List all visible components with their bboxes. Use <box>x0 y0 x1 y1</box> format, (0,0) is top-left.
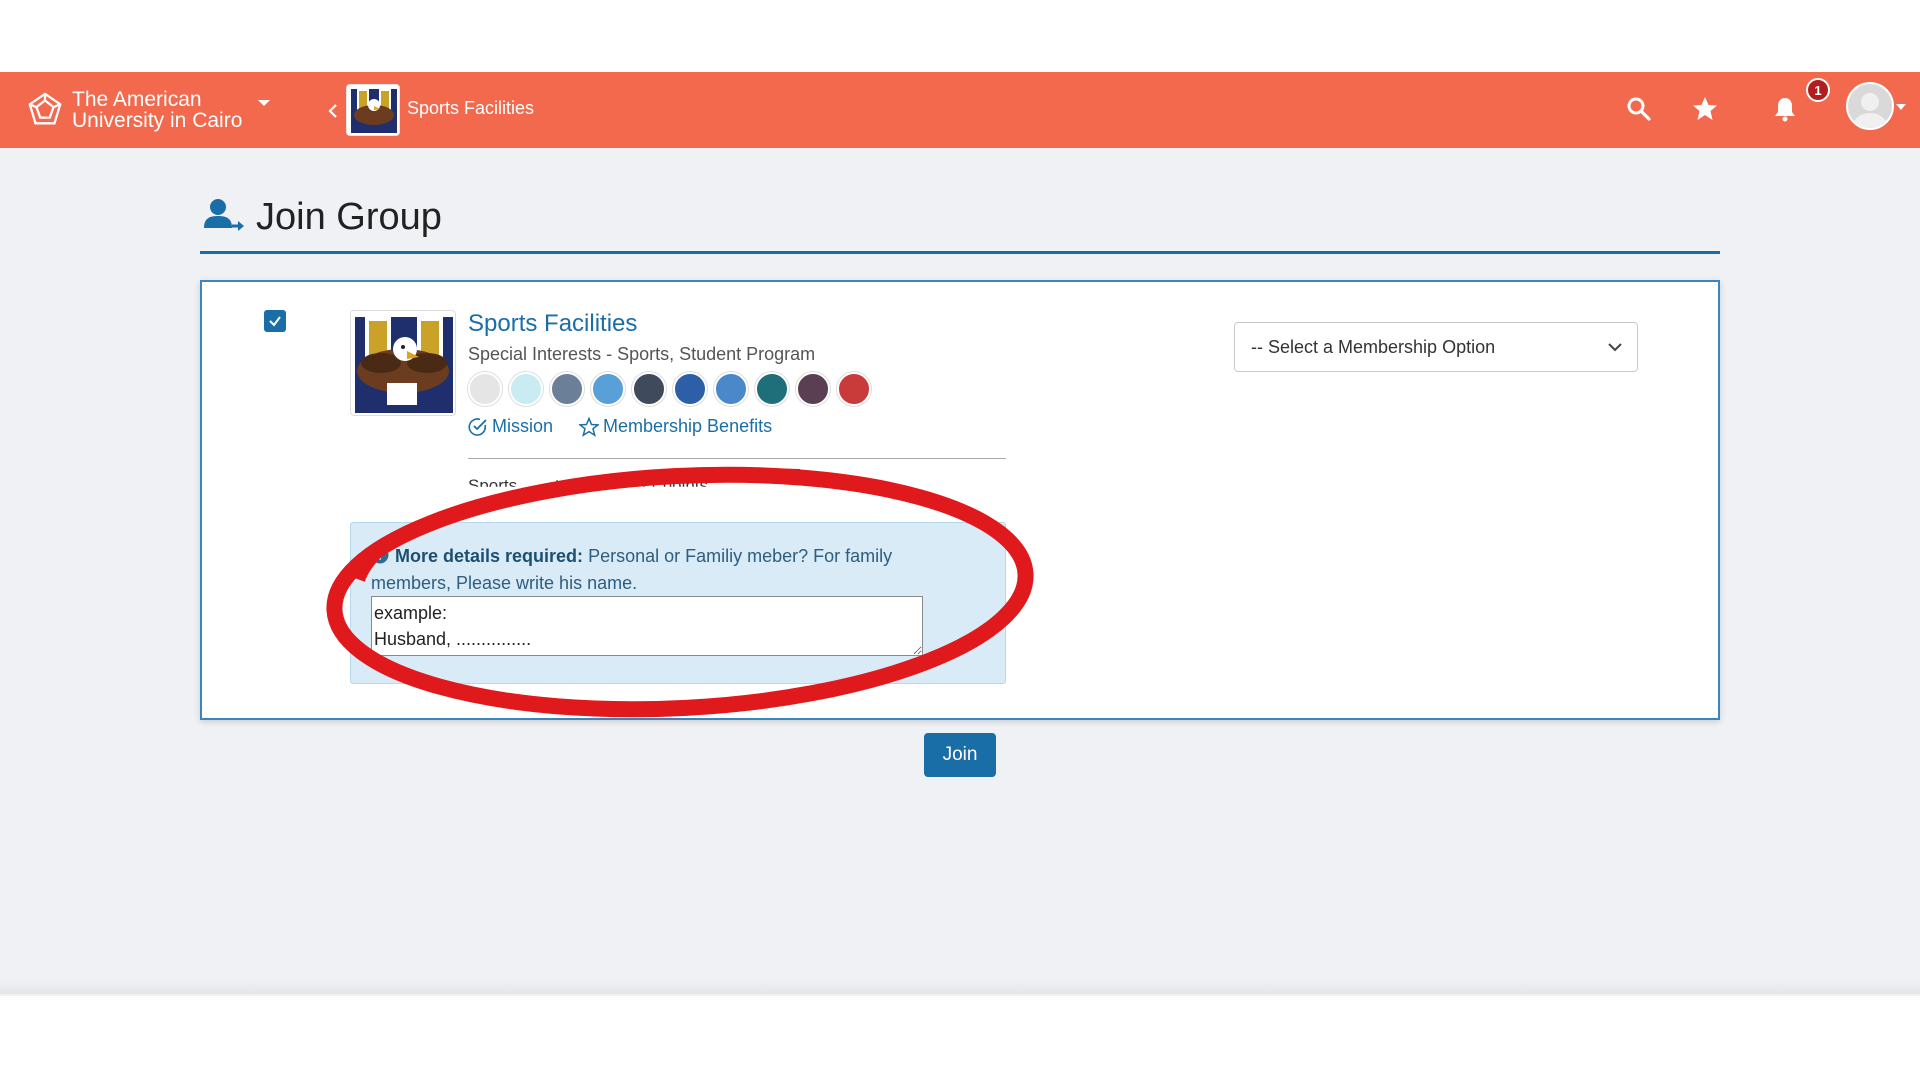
eagle-logo-icon <box>351 89 397 133</box>
group-category: Special Interests - Sports, Student Prog… <box>468 344 816 364</box>
footer-shadow <box>0 980 1920 996</box>
membership-option-select[interactable]: -- Select a Membership Option <box>1234 322 1638 372</box>
group-badge-icon[interactable] <box>591 372 625 406</box>
details-prompt: More details required: Personal or Famil… <box>371 543 971 597</box>
chevron-down-icon <box>1608 343 1622 352</box>
membership-select-value: -- Select a Membership Option <box>1251 337 1496 357</box>
group-points-text: Sports ...... total of 31871 points <box>468 476 709 495</box>
info-icon <box>371 546 389 564</box>
check-circle-icon <box>468 417 487 436</box>
details-label: More details required: <box>395 546 584 566</box>
mission-link-label: Mission <box>492 416 554 436</box>
group-logo <box>350 310 456 416</box>
brand-line-2: University in Cairo <box>72 109 243 132</box>
membership-benefits-link[interactable]: Membership Benefits <box>579 416 772 437</box>
membership-benefits-label: Membership Benefits <box>603 416 773 436</box>
group-card: Sports Facilities Special Interests - Sp… <box>200 280 1720 720</box>
details-textarea[interactable] <box>371 596 923 656</box>
group-thumbnail[interactable] <box>346 84 400 136</box>
bell-icon[interactable] <box>1772 96 1798 122</box>
group-badge-icon[interactable] <box>673 372 707 406</box>
star-icon[interactable] <box>1692 96 1718 122</box>
caret-down-icon <box>258 100 271 106</box>
mission-link[interactable]: Mission <box>468 416 553 437</box>
avatar-caret-icon[interactable] <box>1896 104 1906 110</box>
user-avatar[interactable] <box>1846 82 1894 130</box>
brand-menu[interactable]: The American University in Cairo <box>26 86 271 134</box>
current-group-title[interactable]: Sports Facilities <box>407 98 534 119</box>
group-select-checkbox[interactable] <box>264 310 286 332</box>
group-badge-icon[interactable] <box>837 372 871 406</box>
group-badge-icon[interactable] <box>468 372 502 406</box>
join-group-icon <box>204 199 244 231</box>
star-outline-icon <box>579 416 600 437</box>
group-name[interactable]: Sports Facilities <box>468 310 637 338</box>
details-required-panel: More details required: Personal or Famil… <box>350 522 1006 684</box>
eagle-logo-icon <box>355 317 453 413</box>
search-icon[interactable] <box>1626 96 1652 122</box>
page-title: Join Group <box>256 196 442 238</box>
group-badge-icon[interactable] <box>550 372 584 406</box>
group-badge-icon[interactable] <box>714 372 748 406</box>
group-links: Mission Membership Benefits <box>468 416 772 437</box>
brand-name: The American University in Cairo <box>72 89 242 131</box>
chevron-left-icon[interactable] <box>326 103 340 119</box>
divider <box>468 458 1006 459</box>
group-badge-icon[interactable] <box>632 372 666 406</box>
group-badges <box>468 372 871 406</box>
page-header: Join Group <box>200 190 1720 254</box>
group-badge-icon[interactable] <box>796 372 830 406</box>
group-badge-icon[interactable] <box>509 372 543 406</box>
brand-line-1: The American <box>72 88 202 111</box>
notification-badge: 1 <box>1806 78 1830 102</box>
group-badge-icon[interactable] <box>755 372 789 406</box>
auc-logo-icon <box>28 92 62 125</box>
checkmark-icon <box>269 316 281 327</box>
join-button[interactable]: Join <box>924 733 996 777</box>
